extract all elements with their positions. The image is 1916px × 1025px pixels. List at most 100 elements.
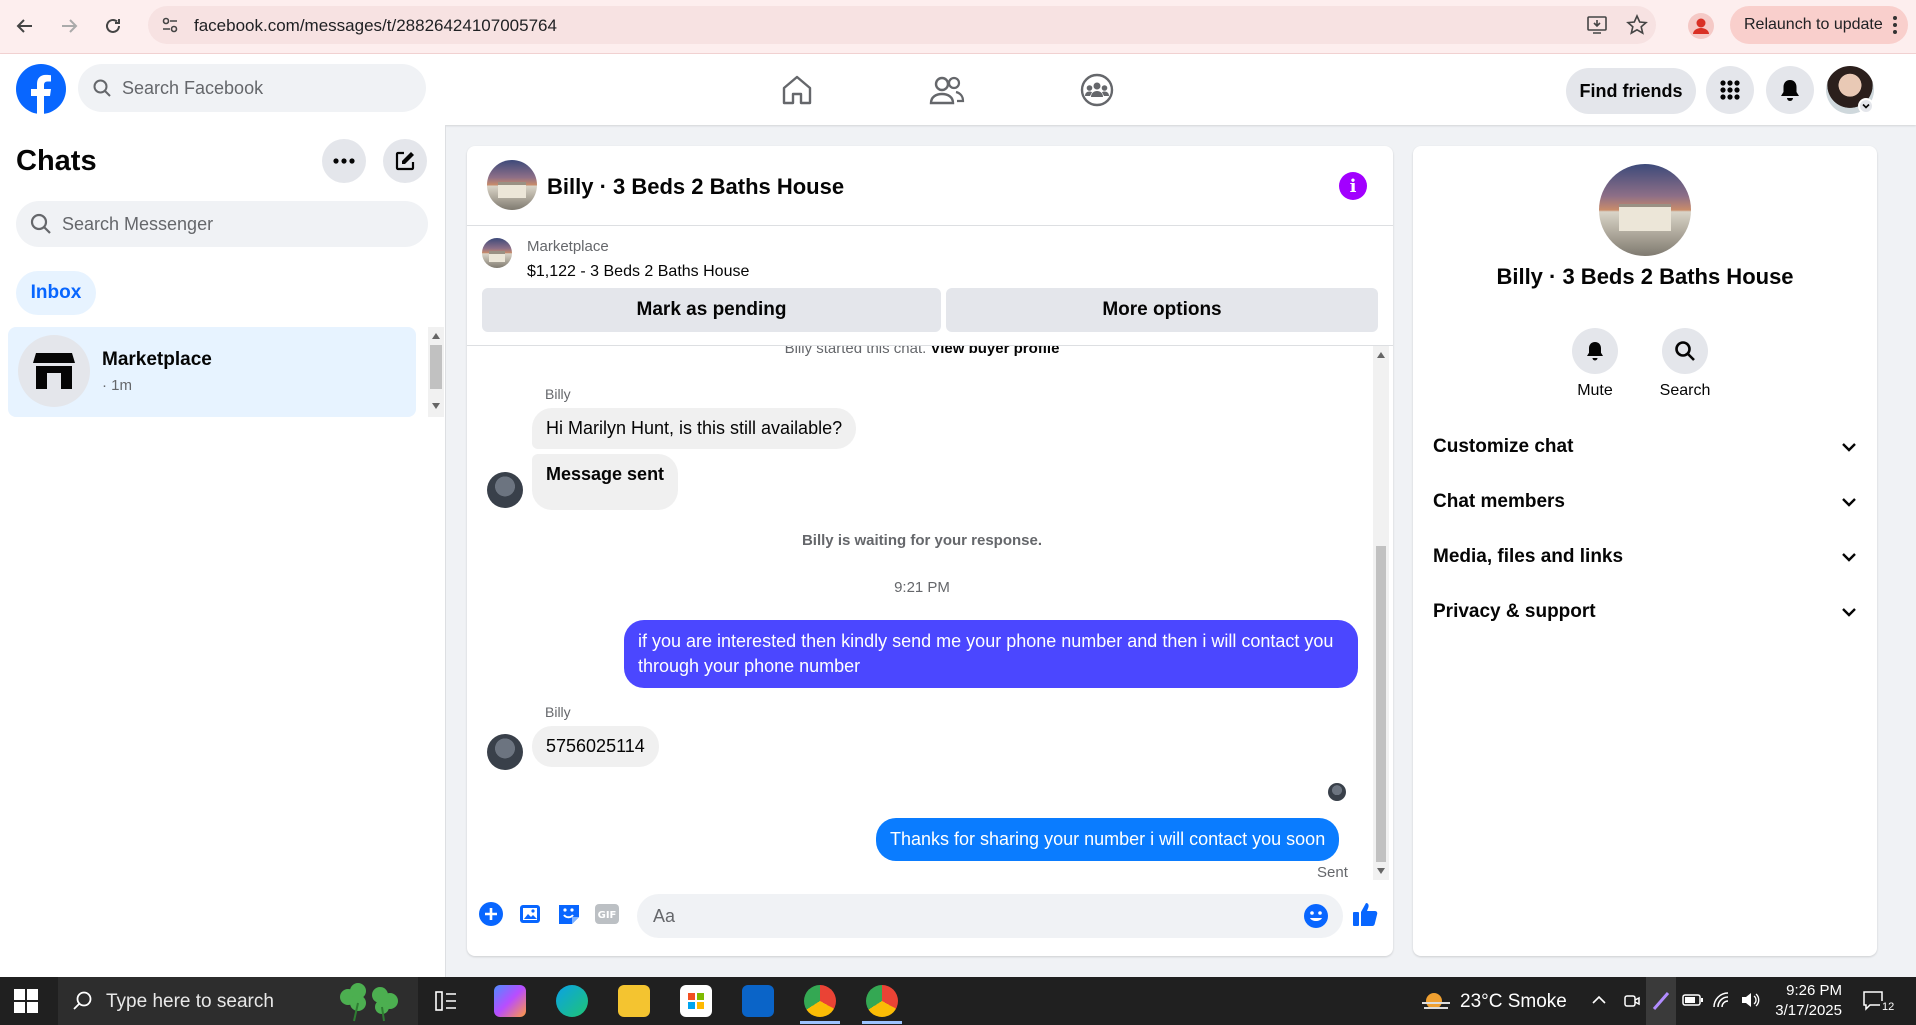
scroll-up-arrow-icon[interactable] [432,333,440,339]
meet-now-icon[interactable] [1622,991,1642,1011]
sent-status: Sent [1317,864,1348,880]
windows-start-icon[interactable] [14,989,38,1013]
volume-icon[interactable] [1740,991,1760,1009]
friends-icon[interactable] [925,68,969,112]
chevron-up-icon[interactable] [1590,991,1608,1009]
wifi-icon[interactable] [1712,991,1732,1009]
weather-text[interactable]: 23°C Smoke [1460,991,1567,1013]
more-options-icon[interactable] [322,139,366,183]
message-bubble-incoming[interactable]: 5756025114 [532,726,659,767]
chat-started-text: Billy started this chat. [784,346,927,357]
task-view-icon[interactable] [434,989,458,1013]
message-bubble-outgoing[interactable]: if you are interested then kindly send m… [624,620,1358,688]
search-conversation-button[interactable]: Search [1645,328,1725,400]
notifications-bell-icon[interactable] [1766,66,1814,114]
outlook-icon[interactable] [742,985,774,1017]
message-bubble-incoming[interactable]: Message sent [532,454,679,510]
sticker-icon[interactable] [555,900,583,928]
gif-icon[interactable]: GIF [593,900,621,928]
clock-date: 3/17/2025 [1775,1002,1842,1019]
sender-name: Billy [545,386,571,402]
chat-list-scrollbar[interactable] [428,327,444,417]
marketplace-store-icon [18,335,90,407]
scroll-thumb[interactable] [430,345,442,389]
plus-circle-icon[interactable] [477,900,505,928]
active-app-indicator [862,1021,902,1024]
chrome-profile-icon[interactable] [866,985,898,1017]
chats-title: Chats [16,145,97,177]
messenger-search-input[interactable]: Search Messenger [16,201,428,247]
notification-count-badge: 12 [1880,1001,1897,1013]
chat-item-name: Marketplace [102,349,212,370]
listing-title[interactable]: $1,122 - 3 Beds 2 Baths House [527,263,749,281]
scroll-down-arrow-icon[interactable] [1377,868,1385,874]
scroll-thumb[interactable] [1376,546,1386,862]
bookmark-star-icon[interactable] [1626,14,1648,36]
view-buyer-profile-link[interactable]: View buyer profile [930,346,1059,357]
profile-icon[interactable] [1688,13,1714,39]
copilot-app-icon[interactable] [494,985,526,1017]
chevron-down-icon [1841,607,1857,617]
message-bubble-outgoing[interactable]: Thanks for sharing your number i will co… [876,818,1340,861]
clock[interactable]: 9:26 PM 3/17/2025 [1760,981,1842,1021]
waiting-response-text: Billy is waiting for your response. [801,532,1043,549]
edge-browser-icon[interactable] [556,985,588,1017]
find-friends-label: Find friends [1579,80,1683,101]
mark-as-pending-button[interactable]: Mark as pending [482,288,941,332]
conversation-avatar[interactable] [487,160,537,210]
privacy-support-section[interactable]: Privacy & support [1433,592,1857,632]
emoji-icon[interactable] [1303,903,1329,929]
mute-button[interactable]: Mute [1555,328,1635,400]
scroll-up-arrow-icon[interactable] [1377,352,1385,358]
conversation-title[interactable]: Billy · 3 Beds 2 Baths House [547,174,844,200]
file-explorer-icon[interactable] [618,985,650,1017]
chat-members-section[interactable]: Chat members [1433,482,1857,522]
marketplace-listing-bar: Marketplace $1,122 - 3 Beds 2 Baths Hous… [467,226,1393,346]
site-info-icon[interactable] [160,15,180,35]
customize-chat-section[interactable]: Customize chat [1433,427,1857,467]
sender-avatar[interactable] [487,734,523,770]
chat-list-item[interactable]: Marketplace · 1m [8,327,416,417]
search-icon [30,213,52,235]
message-input[interactable]: Aa [637,894,1343,938]
chrome-icon[interactable] [804,985,836,1017]
menu-grid-icon[interactable] [1706,66,1754,114]
microsoft-store-icon[interactable] [680,985,712,1017]
address-bar[interactable]: facebook.com/messages/t/2882642410700576… [148,6,1656,44]
bell-icon [1572,328,1618,374]
profile-name: Billy · 3 Beds 2 Baths House [1496,264,1794,289]
home-icon[interactable] [775,68,819,112]
sender-name: Billy [545,704,571,720]
clock-time: 9:26 PM [1786,982,1842,999]
message-scrollbar[interactable] [1373,346,1389,880]
reload-button[interactable] [98,11,128,41]
listing-thumbnail[interactable] [482,238,512,268]
account-avatar[interactable] [1826,66,1874,114]
kebab-menu-icon[interactable] [1892,15,1898,35]
groups-icon[interactable] [1075,68,1119,112]
find-friends-button[interactable]: Find friends [1566,68,1696,114]
photo-icon[interactable] [517,900,545,928]
forward-button[interactable] [54,11,84,41]
battery-icon[interactable] [1682,992,1704,1008]
new-message-icon[interactable] [383,139,427,183]
pen-icon[interactable] [1646,977,1676,1025]
message-bubble-incoming[interactable]: Hi Marilyn Hunt, is this still available… [532,408,857,449]
tab-inbox-label: Inbox [30,282,82,303]
install-app-icon[interactable] [1586,15,1608,35]
thumbs-up-icon[interactable] [1351,900,1379,928]
media-files-links-section[interactable]: Media, files and links [1433,537,1857,577]
info-icon[interactable]: i [1339,172,1367,200]
tab-inbox[interactable]: Inbox [16,271,96,315]
back-button[interactable] [10,11,40,41]
chevron-down-icon[interactable] [1858,98,1874,114]
profile-avatar[interactable] [1599,164,1691,256]
sender-avatar[interactable] [487,472,523,508]
message-composer: GIF Aa [467,880,1393,956]
taskbar-search-box[interactable]: Type here to search [58,977,418,1025]
relaunch-button[interactable]: Relaunch to update [1730,6,1908,44]
facebook-logo-icon[interactable] [16,64,66,114]
facebook-search-input[interactable]: Search Facebook [78,64,426,112]
scroll-down-arrow-icon[interactable] [432,403,440,409]
more-options-button[interactable]: More options [946,288,1378,332]
